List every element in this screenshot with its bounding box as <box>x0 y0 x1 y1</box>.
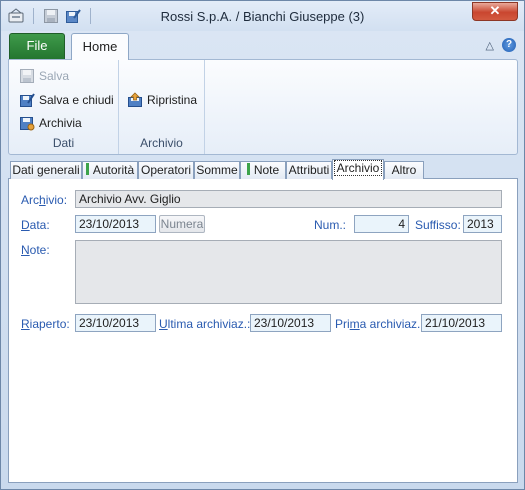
tab-attributi[interactable]: Attributi <box>286 161 332 179</box>
app-window: Rossi S.p.A. / Bianchi Giuseppe (3) ✕ Fi… <box>0 0 525 490</box>
save-close-icon <box>19 92 35 108</box>
tab-label: Altro <box>391 163 417 177</box>
archivio-field[interactable]: Archivio Avv. Giglio <box>75 190 502 208</box>
num-label: Num.: <box>314 218 347 232</box>
salva-button[interactable]: Salva <box>19 66 69 86</box>
document-tab-bar: Dati generali Autorità Operatori Somme N… <box>8 159 518 180</box>
window-title: Rossi S.p.A. / Bianchi Giuseppe (3) <box>160 9 365 24</box>
tab-archivio[interactable]: Archivio <box>332 159 384 180</box>
suffisso-field[interactable]: 2013 <box>463 215 502 233</box>
salva-label: Salva <box>39 69 70 83</box>
ribbon-group-dati: Salva Salva e chiudi Archivia Dati <box>9 60 119 154</box>
tab-file[interactable]: File <box>9 33 65 59</box>
group-label-dati: Dati <box>52 136 75 150</box>
tab-label: Dati generali <box>12 163 80 177</box>
document-area: Dati generali Autorità Operatori Somme N… <box>8 159 518 483</box>
tab-label: Archivio <box>333 160 383 176</box>
salva-e-chiudi-button[interactable]: Salva e chiudi <box>19 90 114 110</box>
tab-dati-generali[interactable]: Dati generali <box>10 161 82 179</box>
tab-note[interactable]: Note <box>240 161 286 179</box>
riaperto-label: Riaperto: <box>21 317 70 331</box>
note-textarea[interactable] <box>75 240 502 304</box>
ripristina-label: Ripristina <box>147 93 198 107</box>
archivia-button[interactable]: Archivia <box>19 113 82 133</box>
archive-icon <box>19 115 35 131</box>
tab-label: Operatori <box>140 163 192 177</box>
tab-label: Note <box>253 163 280 177</box>
tab-somme[interactable]: Somme <box>194 161 240 179</box>
ribbon-panel: Salva Salva e chiudi Archivia Dati Ripri… <box>8 59 518 155</box>
salva-e-chiudi-label: Salva e chiudi <box>39 93 114 107</box>
close-button[interactable]: ✕ <box>472 2 518 21</box>
save-icon <box>19 68 35 84</box>
collapse-ribbon-icon[interactable]: △ <box>486 39 494 52</box>
archivio-label: Archivio: <box>21 193 68 207</box>
group-label-archivio: Archivio <box>140 136 183 150</box>
archivia-label: Archivia <box>39 116 82 130</box>
warning-marker-icon <box>85 163 89 175</box>
ribbon-tab-bar: File Home △ ? <box>1 31 524 60</box>
warning-marker-icon <box>246 163 250 175</box>
numera-button[interactable]: Numera <box>159 215 205 233</box>
tab-home[interactable]: Home <box>71 33 129 60</box>
tab-autorita[interactable]: Autorità <box>82 161 138 179</box>
data-field[interactable]: 23/10/2013 <box>75 215 156 233</box>
ultima-archiviazione-label: Ultima archiviaz.: <box>159 317 251 331</box>
help-icon[interactable]: ? <box>502 38 516 52</box>
tab-operatori[interactable]: Operatori <box>138 161 194 179</box>
tab-altro[interactable]: Altro <box>384 161 424 179</box>
prima-archiviazione-field[interactable]: 21/10/2013 <box>421 314 502 332</box>
ribbon-group-archivio: Ripristina Archivio <box>119 60 205 154</box>
num-field[interactable]: 4 <box>354 215 409 233</box>
prima-archiviazione-label: Prima archiviaz.: <box>335 317 424 331</box>
note-label: Note: <box>21 243 50 257</box>
riaperto-field[interactable]: 23/10/2013 <box>75 314 156 332</box>
archivio-panel: Archivio: Archivio Avv. Giglio Data: 23/… <box>8 179 518 483</box>
tab-label: Autorità <box>92 163 135 177</box>
ripristina-button[interactable]: Ripristina <box>127 90 197 110</box>
tab-label: Somme <box>196 163 238 177</box>
title-bar: Rossi S.p.A. / Bianchi Giuseppe (3) ✕ <box>1 1 524 31</box>
suffisso-label: Suffisso: <box>415 218 461 232</box>
ultima-archiviazione-field[interactable]: 23/10/2013 <box>250 314 331 332</box>
restore-icon <box>127 92 143 108</box>
data-label: Data: <box>21 218 50 232</box>
tab-label: Attributi <box>288 163 330 177</box>
